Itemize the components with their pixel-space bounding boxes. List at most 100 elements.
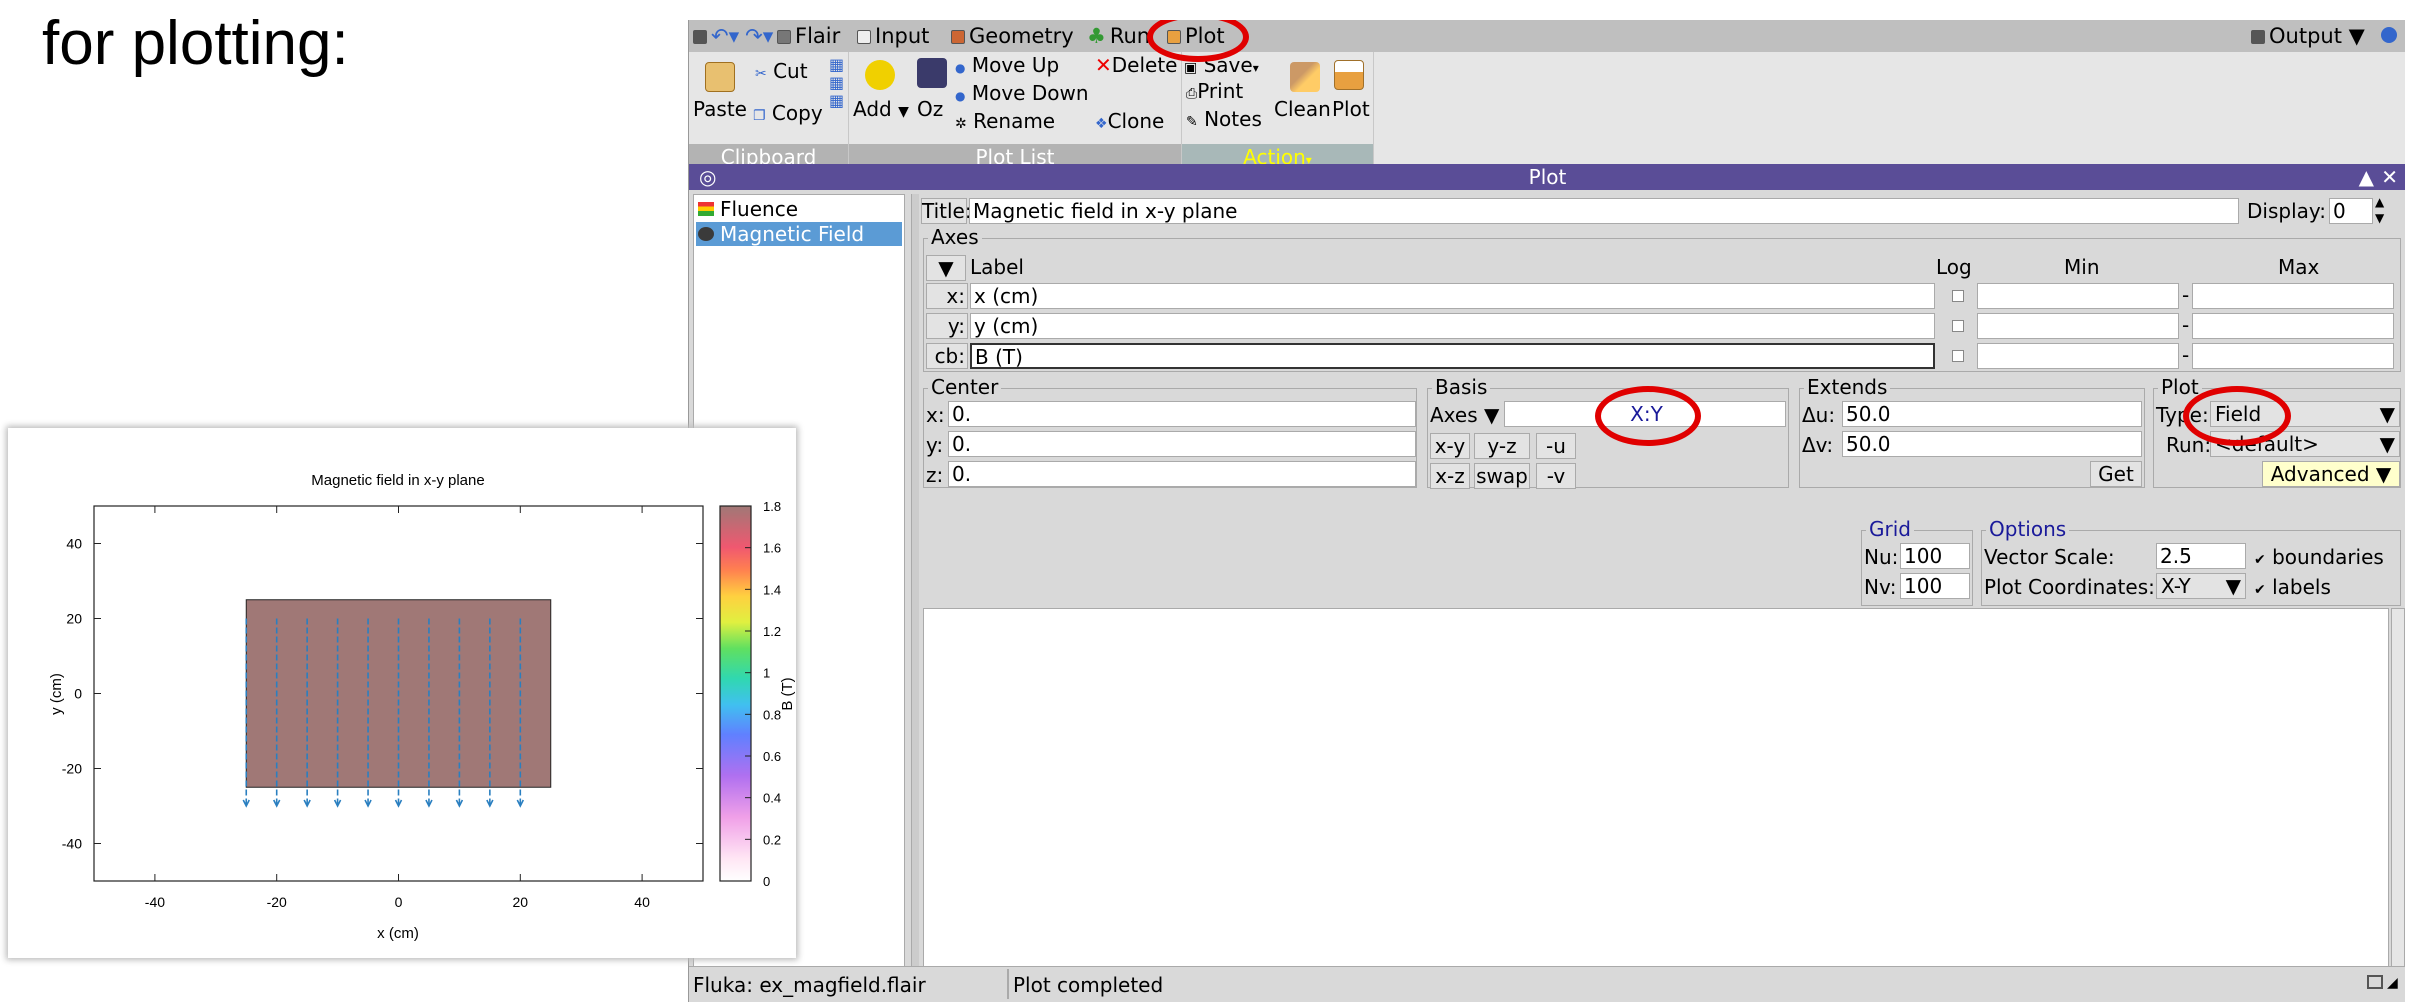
title-input[interactable]: Magnetic field in x-y plane [969, 198, 2239, 224]
center-y-input[interactable]: 0. [948, 431, 1416, 457]
get-button[interactable]: Get [2090, 461, 2142, 487]
center-z-input[interactable]: 0. [948, 461, 1416, 487]
panel-splitter[interactable] [911, 194, 919, 984]
nu-input[interactable]: 100 [1900, 543, 1970, 569]
dv-input[interactable]: 50.0 [1842, 431, 2142, 457]
axis-cb-log-checkbox[interactable] [1952, 350, 1964, 362]
output-menu[interactable]: Output ▼ [2251, 22, 2365, 50]
chart-ylabel: y (cm) [48, 673, 65, 715]
move-down-button[interactable]: ● Move Down [955, 80, 1089, 109]
input-icon [857, 30, 871, 44]
window-icon[interactable] [2367, 975, 2383, 989]
menubar: ↶▾ ↷▾ Flair Input Geometry ♣ Run Plot Outp… [689, 20, 2405, 52]
dock-title: Plot [1528, 165, 1567, 189]
chart-title: Magnetic field in x-y plane [311, 472, 484, 489]
center-frame: Center x: 0. y: 0. z: 0. [923, 375, 1417, 488]
label-header: Label [970, 255, 1024, 279]
basis-xy-button[interactable]: x-y [1430, 433, 1470, 459]
axis-cb-min-input[interactable] [1977, 343, 2179, 369]
labels-checkbox[interactable]: ✔ labels [2254, 575, 2331, 602]
output-scrollbar[interactable] [2391, 608, 2405, 982]
display-spinner[interactable]: ▲ ▼ [2375, 194, 2384, 226]
basis-axes-menu[interactable]: Axes ▼ [1430, 403, 1499, 427]
plot-button[interactable]: Plot [1332, 96, 1370, 122]
plot-output-area[interactable] [923, 608, 2389, 982]
menu-run[interactable]: ♣ Run [1087, 22, 1150, 50]
maximize-icon[interactable]: ▲ [2359, 164, 2374, 190]
axis-cb-label-input[interactable]: B (T) [970, 343, 1935, 369]
print-button[interactable]: ⎙Print [1186, 78, 1243, 107]
close-icon[interactable]: ✕ [2381, 164, 2398, 190]
copy-button[interactable]: ❐ Copy [753, 100, 823, 129]
paste-button[interactable]: Paste [693, 96, 747, 122]
notes-button[interactable]: ✎ Notes [1186, 106, 1262, 135]
flair-window: ↶▾ ↷▾ Flair Input Geometry ♣ Run Plot Outp… [688, 20, 2405, 1002]
basis-yz-button[interactable]: y-z [1474, 433, 1530, 459]
basis-swap-button[interactable]: swap [1474, 463, 1530, 489]
status-message: Plot completed [1013, 973, 1164, 997]
axes-menu-button[interactable]: ▼ [926, 255, 966, 281]
arrow-down-icon: ● [955, 89, 966, 103]
axis-y-max-input[interactable] [2192, 313, 2394, 339]
axis-y-label-input[interactable]: y (cm) [970, 313, 1935, 339]
chevron-down-icon: ▼ [898, 104, 909, 120]
colorbar-tick-label: 0.4 [763, 791, 781, 806]
resize-grip-icon[interactable]: ◢ [2387, 975, 2398, 991]
basis-xz-button[interactable]: x-z [1430, 463, 1470, 489]
colorbar-tick-label: 0 [763, 874, 770, 889]
cut-button[interactable]: ✂ Cut [755, 58, 808, 87]
broom-icon [1290, 62, 1320, 92]
vector-scale-label: Vector Scale: [1984, 545, 2115, 569]
add-button[interactable]: Add ▼ [853, 96, 909, 125]
options-frame-title: Options [1986, 517, 2070, 541]
axis-x-label: x: [926, 283, 968, 309]
advanced-button[interactable]: Advanced ▼ [2262, 461, 2400, 487]
axis-cb-label: cb: [926, 343, 968, 369]
range-dash: - [2182, 343, 2190, 367]
display-label: Display: [2247, 199, 2327, 223]
undo-icon: ↶▾ [711, 24, 740, 48]
pin-icon[interactable]: ◎ [699, 164, 716, 190]
nv-input[interactable]: 100 [1900, 573, 1970, 599]
colorbar-tick-label: 0.2 [763, 832, 781, 847]
select-icons[interactable]: ▦ ▦ ▦ [829, 56, 844, 110]
move-up-button[interactable]: ● Move Up [955, 52, 1059, 81]
axis-y-log-checkbox[interactable] [1952, 320, 1964, 332]
axes-frame-title: Axes [928, 225, 982, 249]
rename-button[interactable]: ✲ Rename [955, 108, 1055, 137]
scissors-icon: ✂ [755, 66, 767, 82]
center-x-input[interactable]: 0. [948, 401, 1416, 427]
basis-negu-button[interactable]: -u [1536, 433, 1576, 459]
quick-toolbar[interactable]: ↶▾ ↷▾ [693, 22, 773, 50]
check-icon: ✔ [2254, 582, 2266, 598]
oz-button[interactable]: Oz [917, 96, 943, 122]
clone-button[interactable]: ❖Clone [1095, 108, 1164, 137]
print-icon: ⎙ [1186, 86, 1198, 102]
plot-chart-icon [1334, 60, 1364, 90]
axis-x-label-input[interactable]: x (cm) [970, 283, 1935, 309]
plot-list-item-magnetic-field[interactable]: Magnetic Field [696, 222, 902, 246]
menu-input[interactable]: Input [857, 22, 929, 50]
field-plot-svg: Magnetic field in x-y plane x (cm) y (cm… [48, 472, 796, 942]
help-icon[interactable] [2381, 22, 2397, 50]
chevron-down-icon: ▼ [2375, 462, 2392, 486]
x-tick-label: -40 [145, 894, 165, 910]
vector-scale-input[interactable]: 2.5 [2156, 543, 2246, 569]
display-input[interactable]: 0 [2329, 198, 2373, 224]
boundaries-checkbox[interactable]: ✔ boundaries [2254, 545, 2384, 572]
axis-cb-max-input[interactable] [2192, 343, 2394, 369]
extends-frame-title: Extends [1804, 375, 1891, 399]
clean-button[interactable]: Clean [1274, 96, 1331, 122]
plot-coordinates-select[interactable]: X-Y ▼ [2156, 573, 2246, 599]
menu-geometry[interactable]: Geometry [951, 22, 1074, 50]
axis-x-log-checkbox[interactable] [1952, 290, 1964, 302]
axis-x-max-input[interactable] [2192, 283, 2394, 309]
plot-list-item-fluence[interactable]: Fluence [696, 197, 902, 221]
grid-frame-title: Grid [1866, 517, 1914, 541]
du-input[interactable]: 50.0 [1842, 401, 2142, 427]
basis-negv-button[interactable]: -v [1536, 463, 1576, 489]
axis-x-min-input[interactable] [1977, 283, 2179, 309]
x-tick-label: -20 [267, 894, 287, 910]
menu-flair[interactable]: Flair [777, 22, 840, 50]
axis-y-min-input[interactable] [1977, 313, 2179, 339]
